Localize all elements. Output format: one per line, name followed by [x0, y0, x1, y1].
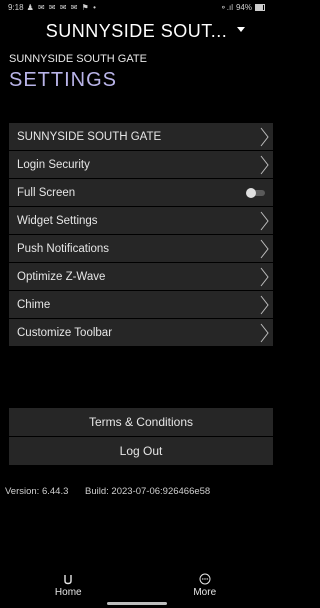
home-icon: [64, 574, 72, 584]
chevron-right-icon: [260, 239, 269, 258]
settings-item-label: Push Notifications: [17, 242, 110, 255]
full-screen-toggle[interactable]: [245, 187, 267, 198]
terms-label: Terms & Conditions: [88, 415, 194, 429]
status-time: 9:18: [8, 2, 24, 12]
settings-item-optimize-z-wave[interactable]: Optimize Z-Wave: [9, 263, 273, 290]
version-text: Version: 6.44.3: [5, 486, 69, 497]
build-text: Build: 2023-07-06:926466e58: [85, 486, 211, 497]
chevron-right-icon: [260, 211, 269, 230]
chevron-right-icon: [260, 295, 269, 314]
notification-icons: ♟ ✉ ✉ ✉ ✉ ⚑ •: [26, 2, 97, 12]
settings-item-label: SUNNYSIDE SOUTH GATE: [17, 130, 162, 143]
location-selector[interactable]: SUNNYSIDE SOUT...: [0, 14, 273, 48]
status-right: ⚬.ıl 94%: [220, 3, 265, 12]
logout-label: Log Out: [119, 444, 163, 458]
caret-down-icon: [237, 27, 245, 32]
chevron-right-icon: [260, 127, 269, 146]
nav-home-label: Home: [54, 586, 82, 598]
settings-item-sunnyside-south-gate[interactable]: SUNNYSIDE SOUTH GATE: [9, 123, 273, 150]
settings-menu: SUNNYSIDE SOUTH GATE Login Security Full S…: [9, 123, 273, 347]
location-subtitle: SUNNYSIDE SOUTH GATE: [9, 53, 147, 65]
terms-button[interactable]: Terms & Conditions: [9, 408, 273, 436]
settings-item-widget-settings[interactable]: Widget Settings: [9, 207, 273, 234]
logout-button[interactable]: Log Out: [9, 437, 273, 465]
status-bar: 9:18 ♟ ✉ ✉ ✉ ✉ ⚑ • ⚬.ıl 94%: [0, 0, 273, 14]
nav-more-label: More: [193, 586, 217, 598]
status-left: 9:18 ♟ ✉ ✉ ✉ ✉ ⚑ •: [8, 3, 97, 12]
chevron-right-icon: [260, 267, 269, 286]
chevron-right-icon: [260, 323, 269, 342]
signal-icon: ⚬.ıl: [220, 2, 233, 12]
battery-icon: [255, 3, 265, 11]
chevron-right-icon: [260, 155, 269, 174]
settings-item-label: Customize Toolbar: [17, 326, 113, 339]
settings-item-full-screen[interactable]: Full Screen: [9, 179, 273, 206]
settings-item-chime[interactable]: Chime: [9, 291, 273, 318]
settings-item-login-security[interactable]: Login Security: [9, 151, 273, 178]
settings-item-label: Optimize Z-Wave: [17, 270, 106, 283]
location-title: SUNNYSIDE SOUT...: [45, 20, 228, 41]
more-icon: [199, 573, 211, 584]
settings-item-customize-toolbar[interactable]: Customize Toolbar: [9, 319, 273, 346]
home-indicator: [106, 602, 167, 605]
battery-level: 94%: [235, 2, 252, 12]
version-info: Version: 6.44.3 Build: 2023-07-06:926466…: [5, 486, 210, 497]
settings-item-push-notifications[interactable]: Push Notifications: [9, 235, 273, 262]
settings-item-label: Widget Settings: [17, 214, 98, 227]
settings-item-label: Full Screen: [17, 186, 76, 199]
settings-item-label: Chime: [17, 298, 51, 311]
settings-item-label: Login Security: [17, 158, 90, 171]
page-title: SETTINGS: [9, 69, 118, 91]
